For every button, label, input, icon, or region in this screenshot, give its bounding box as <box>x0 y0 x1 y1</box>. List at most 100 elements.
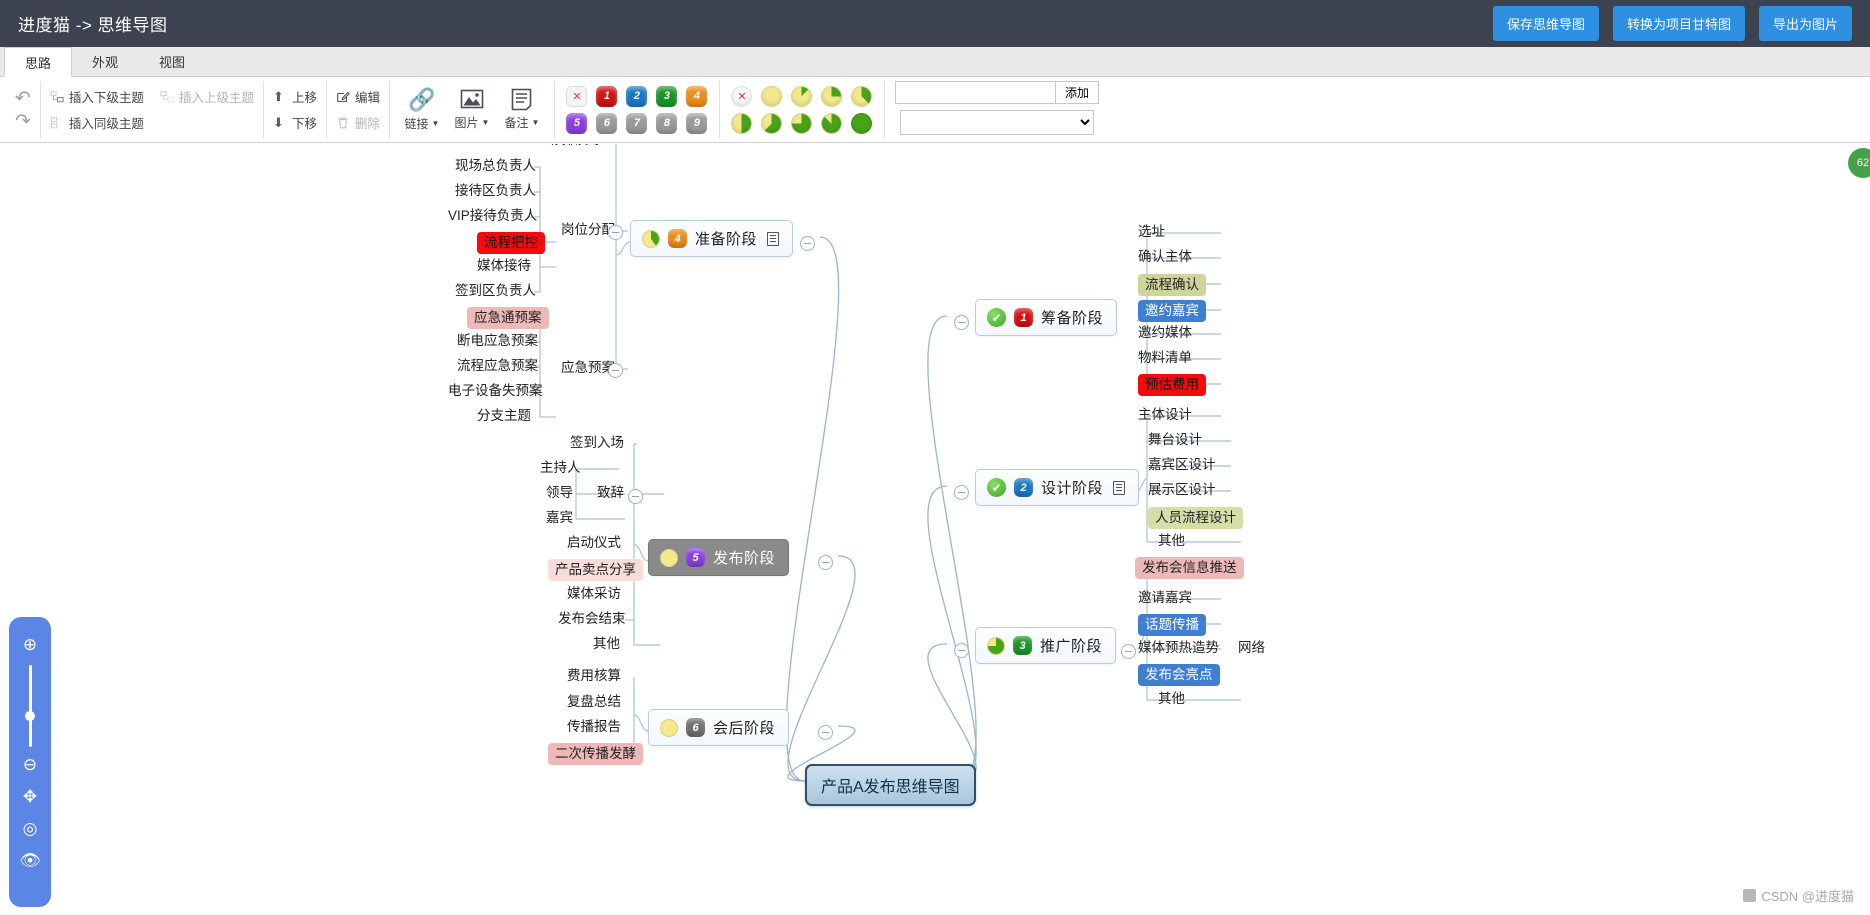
mindmap-leaf-node[interactable]: 彩排演练 <box>543 144 607 151</box>
zoom-slider-handle[interactable] <box>25 711 35 721</box>
mindmap-leaf-node[interactable]: 舞台设计 <box>1143 430 1207 451</box>
priority-6-button[interactable]: 6 <box>596 112 618 134</box>
branch-collapse-toggle[interactable] <box>818 725 833 740</box>
priority-8-button[interactable]: 8 <box>656 112 678 134</box>
mindmap-leaf-node[interactable]: 其他 <box>1153 531 1190 552</box>
priority-9-button[interactable]: 9 <box>686 112 708 134</box>
edit-button[interactable]: 编辑 <box>336 87 380 106</box>
mindmap-leaf-node[interactable]: 网络 <box>1233 638 1270 659</box>
mindmap-leaf-node[interactable]: 媒体预热造势 <box>1133 638 1224 659</box>
mindmap-leaf-node[interactable]: 流程把控 <box>472 231 550 257</box>
add-tag-button[interactable]: 添加 <box>1054 80 1099 104</box>
center-icon[interactable]: ◎ <box>19 818 41 840</box>
mindmap-branch-3[interactable]: ✔ 2 设计阶段 <box>975 469 1140 506</box>
zoom-in-icon[interactable]: ⊕ <box>19 634 41 656</box>
subnode-collapse-toggle[interactable] <box>628 489 643 504</box>
mindmap-branch-4[interactable]: 3 推广阶段 <box>975 627 1117 664</box>
mindmap-leaf-node[interactable]: 物料清单 <box>1133 348 1197 369</box>
mindmap-leaf-node[interactable]: 媒体接待 <box>472 256 536 277</box>
subnode-collapse-toggle[interactable] <box>608 363 623 378</box>
move-up-button[interactable]: ⬆ 上移 <box>273 87 317 106</box>
move-icon[interactable]: ✥ <box>19 786 41 808</box>
progress-none-button[interactable]: ✕ <box>731 85 753 107</box>
priority-7-button[interactable]: 7 <box>626 112 648 134</box>
tab-appearance[interactable]: 外观 <box>72 47 139 76</box>
progress-12-button[interactable] <box>791 85 813 107</box>
progress-25-button[interactable] <box>821 85 843 107</box>
mindmap-branch-2[interactable]: ✔ 1 筹备阶段 <box>975 299 1118 336</box>
progress-62-button[interactable] <box>761 112 783 134</box>
mindmap-leaf-node[interactable]: 话题传播 <box>1133 613 1211 639</box>
mindmap-leaf-node[interactable]: 邀约媒体 <box>1133 323 1197 344</box>
mindmap-leaf-node[interactable]: 应急通预案 <box>462 306 554 332</box>
mindmap-leaf-node[interactable]: 嘉宾区设计 <box>1143 455 1221 476</box>
mindmap-leaf-node[interactable]: 领导 <box>541 483 578 504</box>
mindmap-branch-6[interactable]: 6 会后阶段 <box>648 709 790 746</box>
priority-1-button[interactable]: 1 <box>596 85 618 107</box>
mindmap-leaf-node[interactable]: 选址 <box>1133 222 1170 243</box>
mindmap-branch-5[interactable]: 5 发布阶段 <box>648 539 790 576</box>
progress-0-button[interactable] <box>761 85 783 107</box>
zoom-out-icon[interactable]: ⊖ <box>19 754 41 776</box>
mindmap-leaf-node[interactable]: 邀请嘉宾 <box>1133 588 1197 609</box>
branch-note-icon[interactable] <box>1113 480 1126 495</box>
branch-note-icon[interactable] <box>767 231 780 246</box>
mindmap-leaf-node[interactable]: 传播报告 <box>562 717 626 738</box>
mindmap-leaf-node[interactable]: 发布会信息推送 <box>1130 556 1249 582</box>
mindmap-leaf-node[interactable]: 断电应急预案 <box>452 331 543 352</box>
mindmap-leaf-node[interactable]: 展示区设计 <box>1143 480 1221 501</box>
branch-collapse-toggle[interactable] <box>800 236 815 251</box>
mindmap-leaf-node[interactable]: 预估费用 <box>1133 373 1211 399</box>
link-button[interactable]: 🔗 链接 ▼ <box>399 87 445 132</box>
progress-37-button[interactable] <box>851 85 873 107</box>
mindmap-leaf-node[interactable]: 其他 <box>1153 689 1190 710</box>
mindmap-leaf-node[interactable]: 媒体采访 <box>562 584 626 605</box>
mindmap-leaf-node[interactable]: 嘉宾 <box>541 508 578 529</box>
delete-button[interactable]: 删除 <box>336 113 380 132</box>
redo-icon[interactable]: ↷ <box>15 112 31 131</box>
mindmap-leaf-node[interactable]: VIP接待负责人 <box>443 206 542 227</box>
mindmap-leaf-node[interactable]: 电子设备失预案 <box>443 381 548 402</box>
mindmap-leaf-node[interactable]: 其他 <box>588 634 625 655</box>
branch-collapse-toggle[interactable] <box>954 643 969 658</box>
mindmap-leaf-node[interactable]: 复盘总结 <box>562 692 626 713</box>
mindmap-leaf-node[interactable]: 分支主题 <box>472 406 536 427</box>
mindmap-leaf-node[interactable]: 费用核算 <box>562 666 626 687</box>
convert-to-gantt-button[interactable]: 转换为项目甘特图 <box>1612 6 1745 41</box>
mindmap-leaf-node[interactable]: 签到区负责人 <box>450 281 541 302</box>
priority-5-button[interactable]: 5 <box>566 112 588 134</box>
priority-3-button[interactable]: 3 <box>656 85 678 107</box>
eye-icon[interactable]: 👁 <box>19 850 41 872</box>
tab-view[interactable]: 视图 <box>139 47 206 76</box>
mindmap-branch-1[interactable]: 4 准备阶段 <box>630 220 794 257</box>
progress-87-button[interactable] <box>821 112 843 134</box>
mindmap-leaf-node[interactable]: 发布会结束 <box>553 609 631 630</box>
mindmap-leaf-node[interactable]: 主持人 <box>535 458 586 479</box>
tag-input[interactable] <box>894 80 1055 104</box>
mindmap-leaf-node[interactable]: 签到入场 <box>565 433 629 454</box>
mindmap-leaf-node[interactable]: 现场总负责人 <box>450 156 541 177</box>
mindmap-leaf-node[interactable]: 致辞 <box>592 483 629 504</box>
side-panel-tab[interactable]: 62 <box>1848 148 1870 178</box>
branch-collapse-toggle[interactable] <box>818 555 833 570</box>
mindmap-leaf-node[interactable]: 主体设计 <box>1133 405 1197 426</box>
insert-parenttopic-button[interactable]: 插入上级主题 <box>160 87 254 106</box>
branch-collapse-toggle[interactable] <box>954 485 969 500</box>
subnode-collapse-toggle[interactable] <box>608 225 623 240</box>
mindmap-leaf-node[interactable]: 接待区负责人 <box>450 181 541 202</box>
subnode-collapse-toggle[interactable] <box>1121 644 1136 659</box>
priority-4-button[interactable]: 4 <box>686 85 708 107</box>
progress-100-button[interactable] <box>851 112 873 134</box>
mindmap-leaf-node[interactable]: 启动仪式 <box>562 533 626 554</box>
mindmap-leaf-node[interactable]: 流程应急预案 <box>452 356 543 377</box>
move-down-button[interactable]: ⬇ 下移 <box>273 113 317 132</box>
insert-subtopic-button[interactable]: 插入下级主题 <box>50 87 144 106</box>
priority-none-button[interactable]: ✕ <box>566 85 588 107</box>
mindmap-leaf-node[interactable]: 二次传播发酵 <box>543 742 648 768</box>
mindmap-leaf-node[interactable]: 产品卖点分享 <box>543 558 648 584</box>
mindmap-leaf-node[interactable]: 确认主体 <box>1133 247 1197 268</box>
mindmap-canvas[interactable]: 产品A发布思维导图 4 准备阶段 彩排演练岗位分配 现场总负责人接待区负责人 VIP接待… <box>0 144 1870 915</box>
insert-siblingtopic-button[interactable]: 插入同级主题 <box>50 113 254 132</box>
image-button[interactable]: 图片 ▼ <box>449 89 495 131</box>
mindmap-leaf-node[interactable]: 发布会亮点 <box>1133 663 1225 689</box>
